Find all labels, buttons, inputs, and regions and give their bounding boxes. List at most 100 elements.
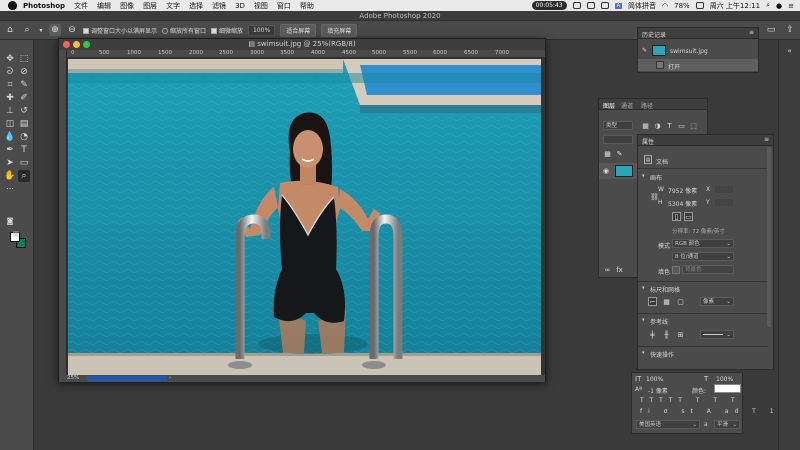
quick-mask-icon[interactable]: ◙: [4, 215, 16, 227]
healing-tool-icon[interactable]: ✚: [4, 92, 16, 104]
dodge-tool-icon[interactable]: ◔: [18, 131, 30, 143]
crop-tool-icon[interactable]: ⌗: [4, 79, 16, 91]
grid-icon[interactable]: ▦: [662, 297, 671, 306]
blend-mode-select[interactable]: [603, 135, 633, 144]
rectangle-tool-icon[interactable]: ▭: [18, 157, 30, 169]
wifi-icon[interactable]: ◠: [662, 2, 668, 10]
guides-section-label[interactable]: 参考线: [650, 317, 668, 326]
filter-adjust-icon[interactable]: ◑: [653, 121, 662, 130]
status-icon[interactable]: [586, 2, 595, 9]
panel-menu-icon[interactable]: ≡: [749, 29, 754, 36]
zoom-all-option[interactable]: 缩放所有窗口: [162, 26, 206, 35]
status-icon[interactable]: [600, 2, 609, 9]
pen-tool-icon[interactable]: ✒: [4, 144, 16, 156]
tab-channels[interactable]: 通道: [621, 101, 633, 110]
menu-3d[interactable]: 3D: [235, 2, 245, 10]
guides-lock-icon[interactable]: ╫: [662, 330, 671, 339]
document-titlebar[interactable]: ▤ swimsuit.jpg @ 25%(RGB/8): [59, 39, 545, 50]
chevron-down-icon[interactable]: ▾: [642, 285, 645, 291]
history-title[interactable]: 历史记录: [642, 30, 666, 39]
menu-select[interactable]: 选择: [189, 1, 203, 11]
history-brush-source-icon[interactable]: ✎: [642, 47, 647, 54]
move-tool-icon[interactable]: ✥: [4, 53, 16, 65]
lock-pixels-icon[interactable]: ▦: [603, 149, 612, 158]
horizontal-ruler[interactable]: 0 500 1000 1500 2000 2500 3000 3500 4000…: [67, 50, 545, 58]
workspace-icon[interactable]: ▭: [765, 24, 777, 36]
fill-color-swatch[interactable]: [672, 266, 680, 274]
more-tools-icon[interactable]: ⋯: [4, 183, 16, 195]
zoom-level-label[interactable]: 25%: [67, 375, 79, 381]
guide-style-select[interactable]: ⌄: [700, 330, 734, 339]
ruler-units-select[interactable]: 像素 ⌄: [700, 297, 734, 306]
panel-menu-icon[interactable]: ≡: [764, 136, 769, 143]
history-brush-tool-icon[interactable]: ↺: [18, 105, 30, 117]
properties-scrollbar[interactable]: [767, 147, 771, 327]
brush-tool-icon[interactable]: ✐: [18, 92, 30, 104]
siri-icon[interactable]: ●: [776, 2, 782, 10]
bit-depth-select[interactable]: 8 位/通道 ⌄: [672, 252, 734, 261]
language-select[interactable]: 美国英语 ⌄: [636, 420, 700, 429]
zoom-value-field[interactable]: 100%: [248, 24, 276, 36]
vertical-scale-icon[interactable]: IT: [635, 375, 641, 383]
fill-select[interactable]: 背景色: [682, 265, 734, 274]
horizontal-scale-icon[interactable]: T: [704, 375, 708, 383]
filter-shape-icon[interactable]: ▭: [677, 121, 686, 130]
gradient-tool-icon[interactable]: ▤: [18, 118, 30, 130]
eyedropper-tool-icon[interactable]: ✎: [18, 79, 30, 91]
recording-indicator[interactable]: 00:05:43: [531, 1, 567, 10]
zoom-tool-icon[interactable]: ⌕: [18, 170, 30, 182]
notification-icon[interactable]: ≡: [788, 2, 794, 10]
zoom-in-icon[interactable]: ⊕: [49, 24, 61, 36]
width-value[interactable]: 7952 像素: [668, 186, 697, 195]
resize-windows-option[interactable]: 调整窗口大小以满屏显示: [83, 26, 157, 35]
clock[interactable]: 周六 上午12:11: [710, 1, 760, 11]
input-method-icon[interactable]: A: [614, 2, 623, 9]
input-method-label[interactable]: 简体拼音: [628, 1, 656, 11]
pixel-grid-icon[interactable]: ▢: [676, 297, 685, 306]
height-value[interactable]: 5304 像素: [668, 199, 697, 208]
menu-view[interactable]: 视图: [254, 1, 268, 11]
eraser-tool-icon[interactable]: ◫: [4, 118, 16, 130]
rulers-grid-section-label[interactable]: 标尺和网格: [650, 285, 680, 294]
type-tool-icon[interactable]: T: [18, 144, 30, 156]
home-icon[interactable]: ⌂: [4, 24, 16, 36]
chevron-down-icon[interactable]: ▾: [642, 173, 645, 179]
quick-select-tool-icon[interactable]: ⊘: [18, 66, 30, 78]
blur-tool-icon[interactable]: 💧: [4, 131, 16, 143]
menu-filter[interactable]: 滤镜: [212, 1, 226, 11]
zoom-all-radio[interactable]: [162, 28, 169, 34]
marquee-tool-icon[interactable]: ⬚: [18, 53, 30, 65]
lasso-tool-icon[interactable]: ᘐ: [4, 66, 16, 78]
zoom-out-icon[interactable]: ⊖: [66, 24, 78, 36]
orientation-landscape-icon[interactable]: ▭: [684, 212, 693, 221]
history-snapshot-row[interactable]: ✎ swimsuit.jpg: [638, 44, 758, 58]
zoom-tool-preset-icon[interactable]: ⌕: [21, 24, 33, 36]
vertical-scale-value[interactable]: 100%: [646, 376, 663, 383]
fit-screen-button[interactable]: 适合屏幕: [280, 23, 317, 37]
ruler-icon[interactable]: ⌐: [648, 297, 657, 306]
hand-tool-icon[interactable]: ✋: [4, 170, 16, 182]
menu-help[interactable]: 帮助: [300, 1, 314, 11]
filter-type-icon[interactable]: T: [665, 121, 674, 130]
properties-title[interactable]: 属性: [642, 137, 654, 146]
status-icon[interactable]: [572, 2, 581, 9]
collapse-panels-icon[interactable]: «: [785, 46, 794, 55]
chevron-right-icon[interactable]: ›: [169, 375, 171, 382]
chevron-down-icon[interactable]: ▾: [642, 317, 645, 323]
guides-icon[interactable]: ╪: [648, 330, 657, 339]
scrubby-zoom-checkbox[interactable]: [211, 28, 218, 34]
tab-paths[interactable]: 路径: [641, 101, 653, 110]
path-select-tool-icon[interactable]: ➤: [4, 157, 16, 169]
document-canvas[interactable]: [68, 59, 541, 375]
menu-type[interactable]: 文字: [166, 1, 180, 11]
apple-icon[interactable]: [8, 1, 17, 10]
battery-label[interactable]: 78%: [674, 2, 690, 10]
tab-layers[interactable]: 图层: [603, 101, 615, 110]
maximize-window-icon[interactable]: [83, 41, 90, 48]
menu-window[interactable]: 窗口: [277, 1, 291, 11]
filter-smart-icon[interactable]: ⬚: [689, 121, 698, 130]
resize-windows-checkbox[interactable]: [83, 28, 89, 34]
stamp-tool-icon[interactable]: ⊥: [4, 105, 16, 117]
anti-alias-select[interactable]: 平滑 ⌄: [714, 420, 740, 429]
share-icon[interactable]: ⇪: [784, 24, 796, 36]
